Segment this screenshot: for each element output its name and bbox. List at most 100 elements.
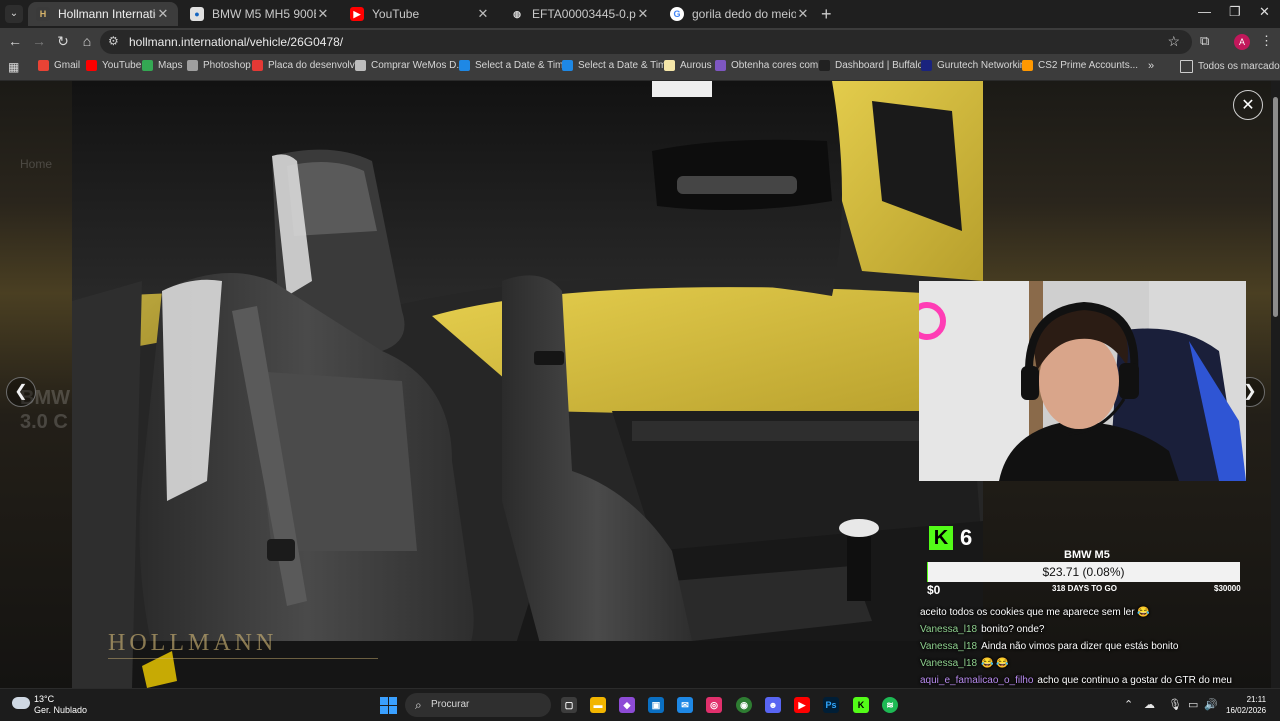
bookmark-favicon-icon [562, 60, 573, 71]
start-button[interactable] [380, 697, 397, 714]
tab-hollmann[interactable]: H Hollmann International - Vehicle ✕ [28, 2, 178, 26]
close-tab-icon[interactable]: ✕ [476, 6, 490, 22]
chat-username[interactable]: aqui_e_famalicao_o_filho [920, 675, 1033, 686]
bookmark-label: Select a Date & Tim... [475, 60, 572, 71]
tab-title: Hollmann International - Vehicle [58, 7, 156, 21]
tab-search-button[interactable]: ⌄ [5, 5, 23, 23]
spotify-icon[interactable]: ≋ [882, 697, 898, 713]
streamer-webcam-image [919, 281, 1246, 481]
bookmark-item[interactable]: Photoshop [187, 60, 251, 71]
network-icon[interactable]: ▭ [1188, 698, 1198, 711]
bookmark-item[interactable]: Obtenha cores com... [715, 60, 827, 71]
youtube-icon[interactable]: ▶ [794, 697, 810, 713]
scrollbar-thumb[interactable] [1273, 97, 1278, 317]
bookmark-item[interactable]: Dashboard | Buffalo... [819, 60, 931, 71]
reload-icon[interactable]: ↻ [54, 33, 72, 50]
bookmarks-bar: ▦ Gmail YouTube Maps Photoshop Placa do dese… [0, 56, 1280, 81]
bookmark-favicon-icon [1022, 60, 1033, 71]
tray-app-icon[interactable]: ☁ [1144, 698, 1155, 711]
goal-max: $30000 [1214, 584, 1241, 593]
site-info-icon[interactable]: ⚙ [108, 34, 119, 48]
instagram-icon[interactable]: ◎ [706, 697, 722, 713]
menu-icon[interactable]: ⋮ [1260, 33, 1273, 49]
profile-avatar[interactable]: A [1234, 34, 1250, 50]
volume-icon[interactable]: 🔊 [1204, 698, 1218, 711]
bookmark-item[interactable]: Maps [142, 60, 182, 71]
cloud-icon[interactable] [12, 697, 30, 709]
window-close-icon[interactable]: ✕ [1259, 4, 1270, 20]
bookmark-item[interactable]: Aurous [664, 60, 712, 71]
bookmark-item[interactable]: CS2 Prime Accounts... [1022, 60, 1138, 71]
new-tab-button[interactable]: + [821, 4, 832, 25]
bookmark-item[interactable]: Gmail [38, 60, 80, 71]
chat-text: Ainda não vimos para dizer que estás bon… [981, 641, 1179, 652]
close-tab-icon[interactable]: ✕ [156, 6, 170, 22]
microphone-icon[interactable]: 🎙 [1168, 698, 1182, 711]
store-icon[interactable]: ▣ [648, 697, 664, 713]
chat-username[interactable]: Vanessa_l18 [920, 624, 977, 635]
system-clock[interactable]: 21:11 16/02/2026 [1226, 694, 1266, 716]
url-text[interactable]: hollmann.international/vehicle/26G0478/ [129, 35, 343, 49]
taskbar-search[interactable]: ⌕ Procurar [405, 693, 551, 717]
windows-taskbar: 13°C Ger. Nublado ⌕ Procurar ▢ ▬ ◆ ▣ ✉ ◎… [0, 688, 1280, 721]
browser-tab-strip: ⌄ H Hollmann International - Vehicle ✕ ●… [0, 0, 1280, 28]
bookmark-item[interactable]: Gurutech Networkin... [921, 60, 1034, 71]
bookmark-item[interactable]: Select a Date & Tim... [562, 60, 675, 71]
tab-bmw[interactable]: ● BMW M5 MH5 900E | Low Cost ✕ [182, 2, 338, 26]
kick-app-icon[interactable]: K [853, 697, 869, 713]
discord-icon[interactable]: ☻ [765, 697, 781, 713]
task-view-icon[interactable]: ▢ [561, 697, 577, 713]
bookmark-item[interactable]: YouTube [86, 60, 141, 71]
copilot-icon[interactable]: ◆ [619, 697, 635, 713]
prev-image-button[interactable]: ❮ [6, 377, 36, 407]
google-favicon-icon: G [670, 7, 684, 21]
bookmark-label: Photoshop [203, 60, 251, 71]
clock-date: 16/02/2026 [1226, 706, 1267, 715]
chat-username[interactable]: Vanessa_l18 [920, 641, 977, 652]
close-gallery-button[interactable]: ✕ [1233, 90, 1263, 120]
bookmark-label: Gmail [54, 60, 81, 71]
youtube-favicon-icon: ▶ [350, 7, 364, 21]
close-tab-icon[interactable]: ✕ [796, 6, 810, 22]
bookmark-item[interactable]: Comprar WeMos D... [355, 60, 465, 71]
chat-username[interactable]: Vanessa_l18 [920, 658, 977, 669]
tab-youtube[interactable]: ▶ YouTube ✕ [342, 2, 498, 26]
weather-widget[interactable]: 13°C Ger. Nublado [34, 694, 87, 716]
bookmark-favicon-icon [38, 60, 49, 71]
minimize-icon[interactable]: — [1198, 4, 1211, 19]
tab-google[interactable]: G gorila dedo do meio - Pesquisa ✕ [662, 2, 818, 26]
clock-time: 21:11 [1246, 695, 1267, 704]
bookmark-label: Comprar WeMos D... [371, 60, 465, 71]
bookmark-label: Dashboard | Buffalo... [835, 60, 932, 71]
chat-message: Vanessa_l18 😂 😂 [920, 656, 1260, 671]
bookmark-item[interactable]: Placa do desenvolvi... [252, 60, 365, 71]
back-icon[interactable]: ← [6, 33, 24, 49]
close-tab-icon[interactable]: ✕ [316, 6, 330, 22]
search-placeholder: Procurar [431, 699, 470, 710]
bookmark-label: Select a Date & Tim... [578, 60, 675, 71]
all-bookmarks-folder[interactable]: Todos os marcadores [1180, 60, 1280, 73]
bookmark-star-icon[interactable]: ☆ [1167, 33, 1180, 50]
file-explorer-icon[interactable]: ▬ [590, 697, 606, 713]
tray-overflow-icon[interactable]: ⌃ [1124, 698, 1133, 711]
restore-icon[interactable]: ❐ [1229, 4, 1241, 20]
tab-image[interactable]: ◍ EFTA00003445-0.png (2982×22 ✕ [502, 2, 658, 26]
page-scrollbar[interactable] [1271, 81, 1280, 688]
mail-icon[interactable]: ✉ [677, 697, 693, 713]
forward-icon[interactable]: → [30, 33, 48, 49]
more-bookmarks-icon[interactable]: » [1148, 60, 1154, 72]
home-icon[interactable]: ⌂ [78, 33, 96, 49]
close-tab-icon[interactable]: ✕ [636, 6, 650, 22]
car-interior-image [72, 81, 983, 688]
tab-title: YouTube [372, 7, 420, 21]
extensions-icon[interactable]: ⧉ [1200, 33, 1209, 49]
tab-title: BMW M5 MH5 900E | Low Cost [212, 7, 316, 21]
bookmark-favicon-icon [664, 60, 675, 71]
address-bar[interactable]: ⚙ hollmann.international/vehicle/26G0478… [100, 30, 1192, 54]
bookmark-item[interactable]: Select a Date & Tim... [459, 60, 572, 71]
chrome-icon[interactable]: ◉ [736, 697, 752, 713]
bookmark-label: Aurous [680, 60, 712, 71]
viewer-count: 6 [960, 525, 973, 550]
apps-grid-icon[interactable]: ▦ [8, 60, 19, 74]
photoshop-icon[interactable]: Ps [823, 697, 839, 713]
